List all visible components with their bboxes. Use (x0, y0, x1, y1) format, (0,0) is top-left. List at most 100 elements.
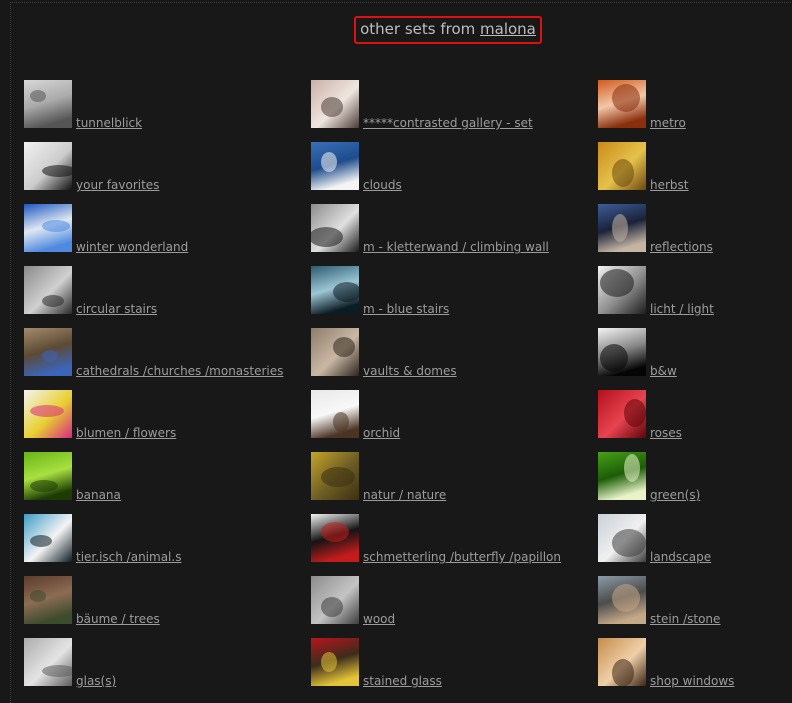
set-link[interactable]: licht / light (650, 302, 714, 316)
set-item[interactable]: tier.isch /animal.s (24, 514, 294, 564)
set-thumbnail[interactable] (311, 390, 359, 438)
set-link[interactable]: tunnelblick (76, 116, 142, 130)
set-thumbnail[interactable] (598, 452, 646, 500)
set-link[interactable]: herbst (650, 178, 689, 192)
set-link[interactable]: circular stairs (76, 302, 157, 316)
set-link[interactable]: stained glass (363, 674, 442, 688)
set-item[interactable]: landscape (598, 514, 792, 564)
set-thumbnail[interactable] (311, 638, 359, 686)
set-link[interactable]: reflections (650, 240, 713, 254)
set-thumbnail[interactable] (311, 576, 359, 624)
set-link[interactable]: cathedrals /churches /monasteries (76, 364, 283, 378)
set-thumbnail[interactable] (24, 452, 72, 500)
set-item[interactable]: m - blue stairs (311, 266, 581, 316)
set-link[interactable]: landscape (650, 550, 711, 564)
set-thumbnail[interactable] (598, 638, 646, 686)
set-item[interactable]: roses (598, 390, 792, 440)
set-link[interactable]: your favorites (76, 178, 159, 192)
set-thumbnail[interactable] (598, 80, 646, 128)
set-thumbnail[interactable] (24, 142, 72, 190)
set-thumbnail[interactable] (24, 266, 72, 314)
set-thumbnail[interactable] (24, 576, 72, 624)
set-thumbnail[interactable] (598, 328, 646, 376)
lines-thumb (24, 142, 72, 190)
set-thumbnail[interactable] (24, 328, 72, 376)
user-link[interactable]: malona (480, 20, 536, 38)
set-thumbnail[interactable] (24, 80, 72, 128)
set-thumbnail[interactable] (311, 452, 359, 500)
set-thumbnail[interactable] (24, 204, 72, 252)
set-link[interactable]: clouds (363, 178, 402, 192)
set-link[interactable]: banana (76, 488, 121, 502)
set-item[interactable]: orchid (311, 390, 581, 440)
set-link[interactable]: winter wonderland (76, 240, 188, 254)
set-link[interactable]: metro (650, 116, 686, 130)
shop-window-thumb (598, 638, 646, 686)
set-item[interactable]: circular stairs (24, 266, 294, 316)
set-item[interactable]: natur / nature (311, 452, 581, 502)
set-item[interactable]: metro (598, 80, 792, 130)
set-link[interactable]: shop windows (650, 674, 734, 688)
set-link[interactable]: bäume / trees (76, 612, 160, 626)
vault-thumb (311, 328, 359, 376)
set-item[interactable]: clouds (311, 142, 581, 192)
set-link[interactable]: *****contrasted gallery - set (363, 116, 533, 130)
set-link[interactable]: wood (363, 612, 395, 626)
set-item[interactable]: stein /stone (598, 576, 792, 626)
set-item[interactable]: bäume / trees (24, 576, 294, 626)
set-item[interactable]: glas(s) (24, 638, 294, 688)
set-thumbnail[interactable] (311, 328, 359, 376)
set-link[interactable]: tier.isch /animal.s (76, 550, 181, 564)
set-link[interactable]: b&w (650, 364, 677, 378)
set-thumbnail[interactable] (311, 142, 359, 190)
set-item[interactable]: tunnelblick (24, 80, 294, 130)
roses-thumb (598, 390, 646, 438)
set-item[interactable]: herbst (598, 142, 792, 192)
set-thumbnail[interactable] (598, 266, 646, 314)
set-link[interactable]: schmetterling /butterfly /papillon (363, 550, 561, 564)
set-thumbnail[interactable] (24, 638, 72, 686)
set-thumbnail[interactable] (311, 204, 359, 252)
set-link[interactable]: glas(s) (76, 674, 116, 688)
set-item[interactable]: *****contrasted gallery - set (311, 80, 581, 130)
set-thumbnail[interactable] (24, 390, 72, 438)
set-link[interactable]: blumen / flowers (76, 426, 176, 440)
set-thumbnail[interactable] (311, 514, 359, 562)
set-link[interactable]: natur / nature (363, 488, 446, 502)
set-item[interactable]: reflections (598, 204, 792, 254)
set-link[interactable]: m - blue stairs (363, 302, 449, 316)
set-item[interactable]: licht / light (598, 266, 792, 316)
set-item[interactable]: cathedrals /churches /monasteries (24, 328, 294, 378)
set-item[interactable]: vaults & domes (311, 328, 581, 378)
set-thumbnail[interactable] (311, 80, 359, 128)
set-thumbnail[interactable] (311, 266, 359, 314)
set-link[interactable]: vaults & domes (363, 364, 457, 378)
wood-thumb (311, 576, 359, 624)
set-link[interactable]: orchid (363, 426, 400, 440)
set-thumbnail[interactable] (598, 142, 646, 190)
set-link[interactable]: m - kletterwand / climbing wall (363, 240, 549, 254)
set-item[interactable]: b&w (598, 328, 792, 378)
butterfly-thumb (311, 514, 359, 562)
set-item[interactable]: your favorites (24, 142, 294, 192)
set-item[interactable]: banana (24, 452, 294, 502)
set-item[interactable]: blumen / flowers (24, 390, 294, 440)
set-thumbnail[interactable] (598, 576, 646, 624)
penguin-thumb (24, 514, 72, 562)
set-item[interactable]: stained glass (311, 638, 581, 688)
flower-thumb (24, 390, 72, 438)
set-thumbnail[interactable] (598, 514, 646, 562)
set-thumbnail[interactable] (598, 390, 646, 438)
set-item[interactable]: schmetterling /butterfly /papillon (311, 514, 581, 564)
set-item[interactable]: wood (311, 576, 581, 626)
set-thumbnail[interactable] (598, 204, 646, 252)
set-item[interactable]: green(s) (598, 452, 792, 502)
set-item[interactable]: m - kletterwand / climbing wall (311, 204, 581, 254)
lamp-thumb (598, 266, 646, 314)
set-link[interactable]: green(s) (650, 488, 700, 502)
set-item[interactable]: winter wonderland (24, 204, 294, 254)
set-thumbnail[interactable] (24, 514, 72, 562)
set-link[interactable]: roses (650, 426, 682, 440)
set-item[interactable]: shop windows (598, 638, 792, 688)
set-link[interactable]: stein /stone (650, 612, 720, 626)
